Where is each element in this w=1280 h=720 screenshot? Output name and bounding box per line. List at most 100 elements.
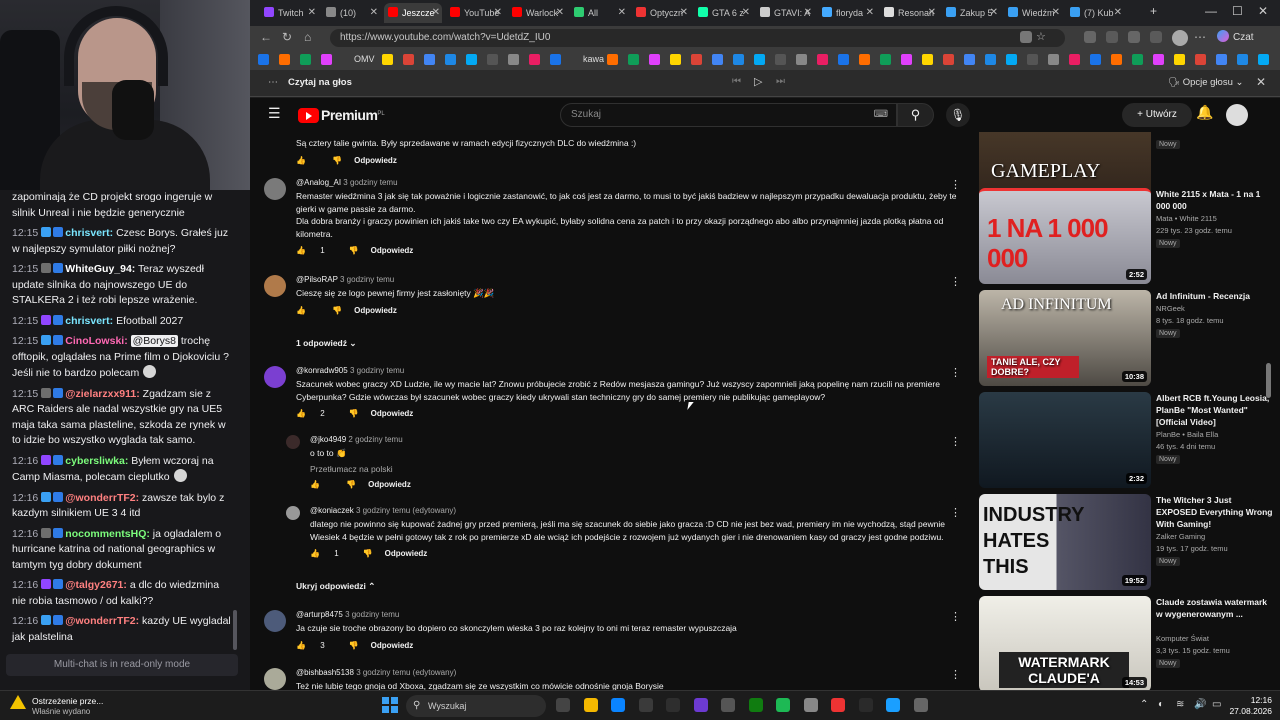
like-button[interactable]: 👍 3 [296,641,337,650]
close-icon[interactable]: ✕ [556,3,564,23]
store-icon[interactable] [638,698,653,712]
bookmark-icon[interactable] [817,54,828,65]
video-thumbnail[interactable]: INDUSTRY HATES THIS 19:52 [979,494,1151,590]
bookmark-icon[interactable] [712,54,723,65]
taskbar-search[interactable]: ⚲ Wyszukaj [406,695,546,717]
close-icon[interactable]: ✕ [1258,4,1268,18]
home-icon[interactable]: ⌂ [304,30,311,44]
thumbs-down-icon[interactable]: 👎 [349,409,359,418]
bookmark-icon[interactable] [424,54,435,65]
bookmark-icon[interactable] [670,54,681,65]
bookmark-icon[interactable] [321,54,332,65]
tab-9[interactable]: floryda ✕ [818,3,876,23]
comment-author[interactable]: @konradw905 [296,366,348,375]
chat-username[interactable]: chrisvert: [65,315,113,327]
chevron-up-icon[interactable]: ⌃ [1140,699,1148,710]
video-title[interactable]: Ad Infinitum - Recenzja [1156,290,1274,302]
bookmark-icon[interactable] [880,54,891,65]
file-explorer-icon[interactable] [583,698,598,712]
like-button[interactable]: 👍 [296,306,320,315]
create-button[interactable]: + Utwórz [1122,103,1192,127]
bookmark-icon[interactable] [466,54,477,65]
bookmark-icon[interactable] [279,54,290,65]
comment-author[interactable]: @bishbash5138 [296,668,354,677]
tab-11[interactable]: Zakup 5 ✕ [942,3,1000,23]
close-icon[interactable]: ✕ [494,3,502,23]
like-button[interactable]: 👍 [310,480,334,489]
show-replies-button[interactable]: 1 odpowiedź ⌄ [296,338,356,349]
close-icon[interactable]: ✕ [742,3,750,23]
bookmark-icon[interactable] [1027,54,1038,65]
reply-button[interactable]: Odpowiedz [354,156,397,165]
video-card[interactable]: WATERMARK CLAUDE'A 14:53 Claude zostawia w… [979,596,1279,690]
close-icon[interactable]: ✕ [1256,75,1266,89]
thumbs-down-icon[interactable]: 👎 [346,480,356,489]
tab-3[interactable]: YouTube ✕ [446,3,504,23]
video-card[interactable]: 1 NA 1 000 000 2:52 White 2115 x Mata - 1 … [979,188,1279,284]
bookmark-icon[interactable] [1048,54,1059,65]
weather-warning-widget[interactable]: Ostrzeżenie prze... Właśnie wydano [10,695,103,716]
keyboard-icon[interactable]: ⌨ [874,104,888,126]
app-icon[interactable] [913,698,928,712]
bookmark-icon[interactable] [691,54,702,65]
apps-icon[interactable] [1020,31,1032,43]
xbox-icon[interactable] [748,698,763,712]
video-card[interactable]: AD INFINITUM TANIE ALE, CZY DOBRE? 10:38 Ad… [979,290,1279,386]
youtube-logo[interactable]: PremiumPL [298,107,385,123]
thumbs-down-icon[interactable]: 👎 [349,246,359,255]
url-field[interactable]: https://www.youtube.com/watch?v=UdetdZ_I… [330,29,1065,47]
bookmark-icon[interactable] [922,54,933,65]
comment-author[interactable]: @Analog_AI [296,178,341,187]
bookmark-icon[interactable] [1069,54,1080,65]
commenter-avatar[interactable] [264,668,286,690]
bookmark-icon[interactable] [1174,54,1185,65]
close-icon[interactable]: ✕ [804,3,812,23]
volume-icon[interactable]: 🔊 [1194,699,1206,710]
extension-icon[interactable] [1084,31,1096,43]
video-thumbnail[interactable]: AD INFINITUM TANIE ALE, CZY DOBRE? 10:38 [979,290,1151,386]
bookmark-icon[interactable] [1153,54,1164,65]
video-card[interactable]: INDUSTRY HATES THIS 19:52 The Witcher 3 Ju… [979,494,1279,590]
comment-author[interactable]: @arturp8475 [296,610,343,619]
more-vert-icon[interactable]: ⋮ [950,435,961,448]
maximize-icon[interactable]: ☐ [1232,4,1243,18]
like-button[interactable]: 👍 2 [296,409,337,418]
more-vert-icon[interactable]: ⋮ [950,275,961,288]
close-icon[interactable]: ✕ [1114,3,1122,23]
chat-username[interactable]: nocommentsHQ: [65,528,150,540]
rockstar-icon[interactable] [831,698,845,712]
commenter-avatar[interactable] [286,435,300,449]
tab-8[interactable]: GTAVI: A ✕ [756,3,814,23]
tab-6[interactable]: Optyczn ✕ [632,3,690,23]
favorites-icon[interactable] [1128,31,1140,43]
video-title[interactable]: Claude zostawia watermark w wygenerowany… [1156,596,1274,620]
minimize-icon[interactable]: — [1205,4,1217,18]
bookmark-icon[interactable] [487,54,498,65]
more-icon[interactable]: ⋯ [268,77,278,88]
bookmark-icon[interactable] [1111,54,1122,65]
chat-username[interactable]: CinoLowski: [65,335,127,347]
tab-4[interactable]: Warlock ✕ [508,3,566,23]
battery-icon[interactable]: ▭ [1212,699,1221,710]
video-thumbnail[interactable]: WATERMARK CLAUDE'A 14:53 [979,596,1151,690]
chat-username[interactable]: @wonderrTF2: [65,492,139,504]
commenter-avatar[interactable] [264,178,286,200]
reload-icon[interactable]: ↻ [282,30,292,44]
more-icon[interactable]: ⋯ [1194,30,1206,44]
edge-icon[interactable] [611,698,625,712]
app-icon[interactable] [858,698,873,712]
video-channel[interactable]: Zalker Gaming [1156,532,1205,541]
video-thumbnail[interactable]: 2:32 [979,392,1151,488]
tab-13[interactable]: (7) Kub ✕ [1066,3,1124,23]
profile-avatar[interactable] [1172,30,1188,46]
close-icon[interactable]: ✕ [866,3,874,23]
thumbs-down-icon[interactable]: 👎 [363,549,373,558]
back-icon[interactable]: ← [260,30,272,44]
close-icon[interactable]: ✕ [432,3,440,23]
translate-link[interactable]: Przetłumacz na polski [310,464,969,474]
chat-username[interactable]: chrisvert: [65,227,113,239]
video-channel[interactable]: Mata • White 2115 [1156,214,1217,223]
wifi-icon[interactable]: ≋ [1176,699,1184,710]
close-icon[interactable]: ✕ [680,3,688,23]
new-tab-icon[interactable]: + [1150,4,1157,18]
